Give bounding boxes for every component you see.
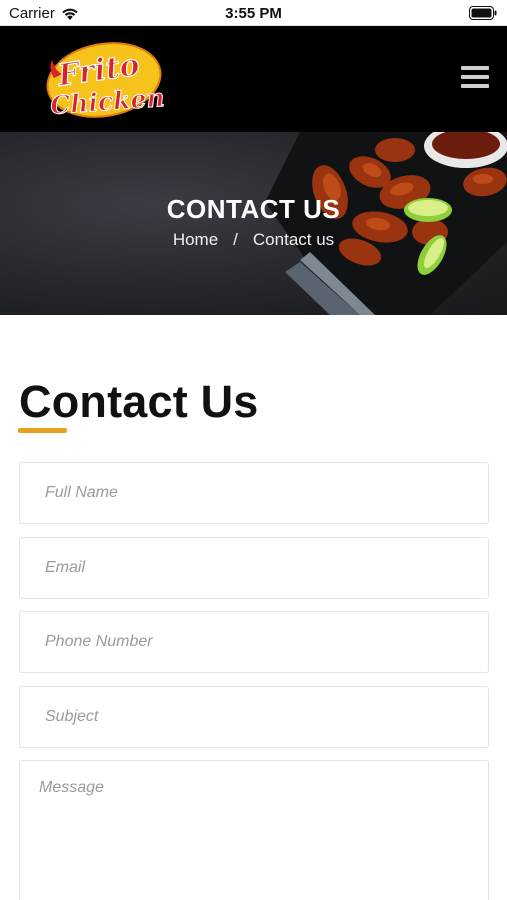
hamburger-menu-icon[interactable] [461,66,489,90]
breadcrumb: Home / Contact us [0,230,507,250]
status-time: 3:55 PM [225,5,282,22]
message-field[interactable] [19,760,489,900]
hero-title: CONTACT US [166,194,341,224]
email-field[interactable] [19,537,489,599]
breadcrumb-separator: / [233,230,238,249]
phone-number-field[interactable] [19,611,489,673]
page-title: Contact Us [19,376,259,427]
breadcrumb-home-link[interactable]: Home [173,230,218,249]
frito-chicken-logo[interactable]: Frito Chicken [42,38,167,122]
full-name-field[interactable] [19,462,489,524]
hero-banner: CONTACT US Home / Contact us [0,132,507,315]
title-underline [18,428,67,433]
status-bar: Carrier 3:55 PM [0,0,507,26]
breadcrumb-current: Contact us [252,230,335,249]
subject-field[interactable] [19,686,489,748]
site-header: Frito Chicken [0,26,507,132]
battery-icon [469,6,497,20]
